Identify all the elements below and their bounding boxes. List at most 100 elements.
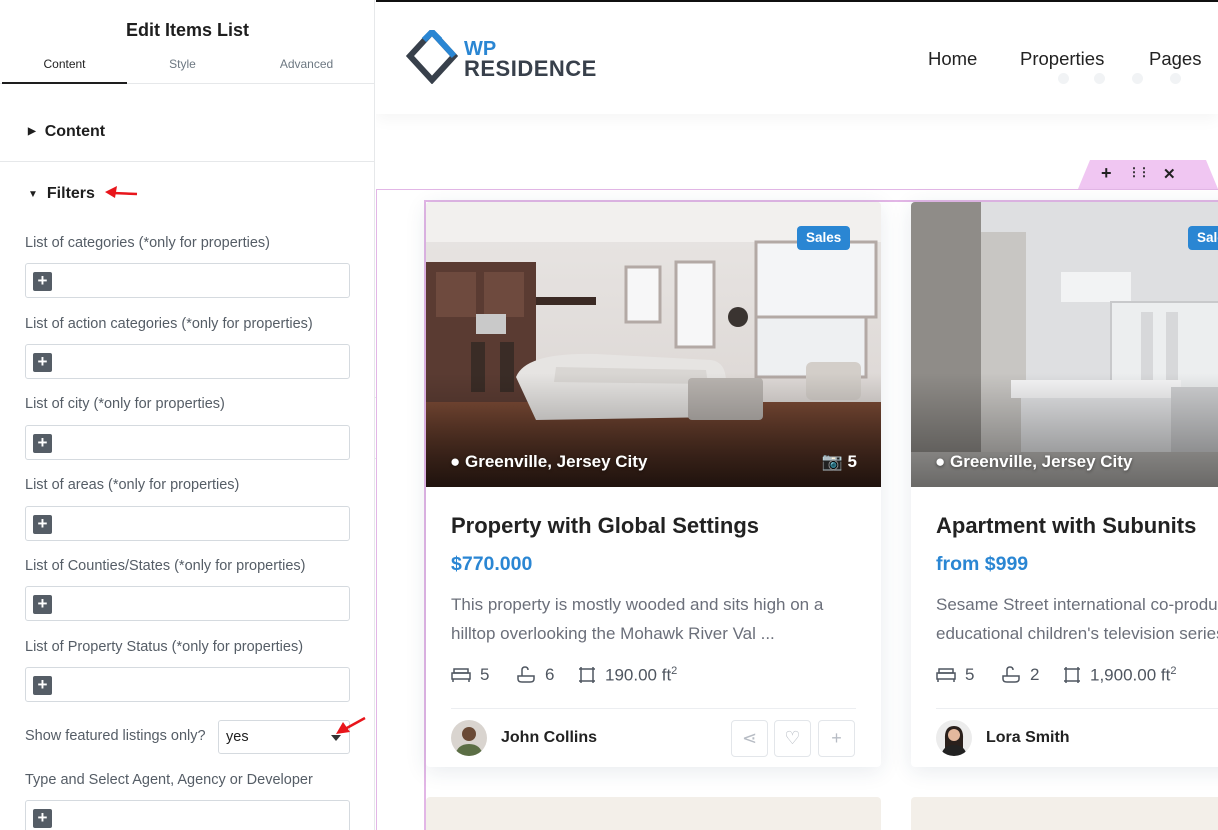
map-pin-icon: ● [450, 452, 461, 471]
property-card[interactable]: Sales ● Greenville, Jersey City Apartmen… [911, 202, 1218, 767]
size-feature: 190.00 ft2 [578, 665, 677, 686]
agent-name[interactable]: Lora Smith [986, 729, 1070, 747]
featured-only-label: Show featured listings only? [25, 728, 206, 744]
description-line: hilltop overlooking the Mohawk River Val… [451, 624, 775, 643]
agent-photo-icon [936, 720, 972, 756]
baths-count: 6 [545, 665, 555, 684]
field-label-counties: List of Counties/States (*only for prope… [25, 558, 306, 574]
kitchen-photo-icon [911, 202, 1218, 487]
plus-icon: + [831, 728, 842, 748]
annotation-arrow-icon [105, 186, 138, 198]
wp-residence-logo-icon[interactable] [406, 30, 458, 84]
nav-properties[interactable]: Properties [1020, 48, 1104, 70]
avatar[interactable] [936, 720, 972, 756]
property-card[interactable]: Sales ● Greenville, Jersey City 📷 5 Prop… [426, 202, 881, 767]
bath-icon [1002, 666, 1020, 683]
field-label-property-status: List of Property Status (*only for prope… [25, 639, 304, 655]
faint-dot [1058, 73, 1069, 84]
bed-icon [451, 668, 471, 682]
size-unit-sup: 2 [1170, 665, 1177, 677]
drag-handle-icon[interactable]: ⋮⋮ [1128, 165, 1150, 179]
editor-panel: Edit Items List Content Style Advanced ▶… [0, 0, 375, 830]
property-description: Sesame Street international co-productio… [936, 590, 1218, 648]
section-content-label: Content [44, 122, 106, 140]
avatar[interactable] [451, 720, 487, 756]
page-preview: WP RESIDENCE Home Properties Pages + ⋮⋮ … [376, 0, 1218, 830]
beds-count: 5 [480, 665, 490, 684]
tab-content[interactable]: Content [2, 58, 127, 84]
beds-feature: 5 [451, 665, 489, 685]
heart-icon: ♡ [784, 728, 801, 748]
size-unit-sup: 2 [671, 665, 678, 677]
tab-style[interactable]: Style [120, 58, 245, 84]
property-location[interactable]: ● Greenville, Jersey City [450, 452, 647, 472]
property-image[interactable]: Sales ● Greenville, Jersey City 📷 5 [426, 202, 881, 487]
agent-name[interactable]: John Collins [501, 729, 597, 747]
property-image[interactable]: Sales ● Greenville, Jersey City [911, 202, 1218, 487]
field-label-areas: List of areas (*only for properties) [25, 477, 240, 493]
close-icon[interactable]: ✕ [1163, 165, 1176, 183]
status-badge[interactable]: Sales [1188, 226, 1218, 250]
property-title[interactable]: Property with Global Settings [451, 513, 759, 539]
featured-only-value: yes [226, 729, 249, 745]
size-feature: 1,900.00 ft2 [1063, 665, 1176, 686]
faint-dot [1094, 73, 1105, 84]
faint-dot [1170, 73, 1181, 84]
area-icon [1064, 667, 1080, 684]
property-title[interactable]: Apartment with Subunits [936, 513, 1196, 539]
action-categories-field[interactable]: + [25, 344, 350, 379]
add-icon[interactable]: + [33, 353, 52, 372]
baths-count: 2 [1030, 665, 1040, 684]
status-badge[interactable]: Sales [797, 226, 851, 250]
counties-field[interactable]: + [25, 586, 350, 621]
add-section-icon[interactable]: + [1101, 163, 1112, 184]
tab-advanced[interactable]: Advanced [244, 58, 369, 84]
location-text: Greenville, Jersey City [950, 452, 1133, 471]
description-line: This property is mostly wooded and sits … [451, 595, 824, 614]
photo-count[interactable]: 📷 5 [822, 452, 857, 472]
section-filters-toggle[interactable]: ▼ Filters [0, 164, 374, 224]
property-status-field[interactable]: + [25, 667, 350, 702]
compare-button[interactable]: + [818, 720, 855, 757]
panel-title: Edit Items List [125, 20, 250, 40]
add-icon[interactable]: + [33, 434, 52, 453]
baths-feature: 6 [516, 665, 554, 685]
size-value: 190.00 ft2 [605, 665, 677, 686]
add-icon[interactable]: + [33, 809, 52, 828]
field-label-action-categories: List of action categories (*only for pro… [25, 316, 313, 332]
favorite-button[interactable]: ♡ [774, 720, 811, 757]
field-label-agent: Type and Select Agent, Agency or Develop… [25, 772, 313, 788]
annotation-arrow-icon [336, 716, 366, 734]
categories-field[interactable]: + [25, 263, 350, 298]
baths-feature: 2 [1001, 665, 1039, 685]
faint-dot [1132, 73, 1143, 84]
section-handle-bar: + ⋮⋮ ✕ [1078, 160, 1218, 189]
add-icon[interactable]: + [33, 272, 52, 291]
nav-home[interactable]: Home [928, 48, 977, 70]
beds-feature: 5 [936, 665, 974, 685]
featured-only-select[interactable]: yes [218, 720, 350, 754]
property-description: This property is mostly wooded and sits … [451, 590, 871, 648]
property-card-peek[interactable] [911, 797, 1218, 830]
nav-pages[interactable]: Pages [1149, 48, 1201, 70]
share-button[interactable]: ⋖ [731, 720, 768, 757]
add-icon[interactable]: + [33, 515, 52, 534]
section-content-toggle[interactable]: ▶ Content [0, 102, 374, 162]
map-pin-icon: ● [935, 452, 946, 471]
property-card-peek[interactable] [426, 797, 881, 830]
agent-field[interactable]: + [25, 800, 350, 830]
bed-icon [936, 668, 956, 682]
size-text: 190.00 ft [605, 665, 672, 685]
beds-count: 5 [965, 665, 975, 684]
field-label-categories: List of categories (*only for properties… [25, 235, 270, 251]
property-location[interactable]: ● Greenville, Jersey City [935, 452, 1132, 472]
site-header: WP RESIDENCE Home Properties Pages [376, 2, 1218, 114]
location-text: Greenville, Jersey City [465, 452, 648, 471]
panel-tabs: Content Style Advanced [0, 58, 374, 84]
areas-field[interactable]: + [25, 506, 350, 541]
add-icon[interactable]: + [33, 676, 52, 695]
add-icon[interactable]: + [33, 595, 52, 614]
logo-text-bottom: RESIDENCE [464, 56, 597, 81]
agent-photo-icon [451, 720, 487, 756]
city-field[interactable]: + [25, 425, 350, 460]
